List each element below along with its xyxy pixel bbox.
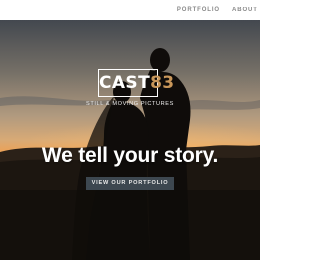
nav-link-portfolio[interactable]: PORTFOLIO [177,7,220,13]
hero-section: CAST83 STILL & MOVING PICTURES We tell y… [0,20,260,260]
logo-text-accent: 83 [150,73,175,93]
top-navigation-bar: PORTFOLIO ABOUT US [0,0,260,20]
hero-headline: We tell your story. [41,144,219,167]
hero-background-photo [0,20,260,260]
brand-tagline: STILL & MOVING PICTURES [86,101,174,107]
main-nav: PORTFOLIO ABOUT US [177,0,260,20]
logo-text-main: CAST [99,73,151,93]
nav-link-about-us[interactable]: ABOUT US [232,7,260,13]
brand-logo[interactable]: CAST83 [98,69,174,97]
view-portfolio-button[interactable]: VIEW OUR PORTFOLIO [86,177,174,190]
